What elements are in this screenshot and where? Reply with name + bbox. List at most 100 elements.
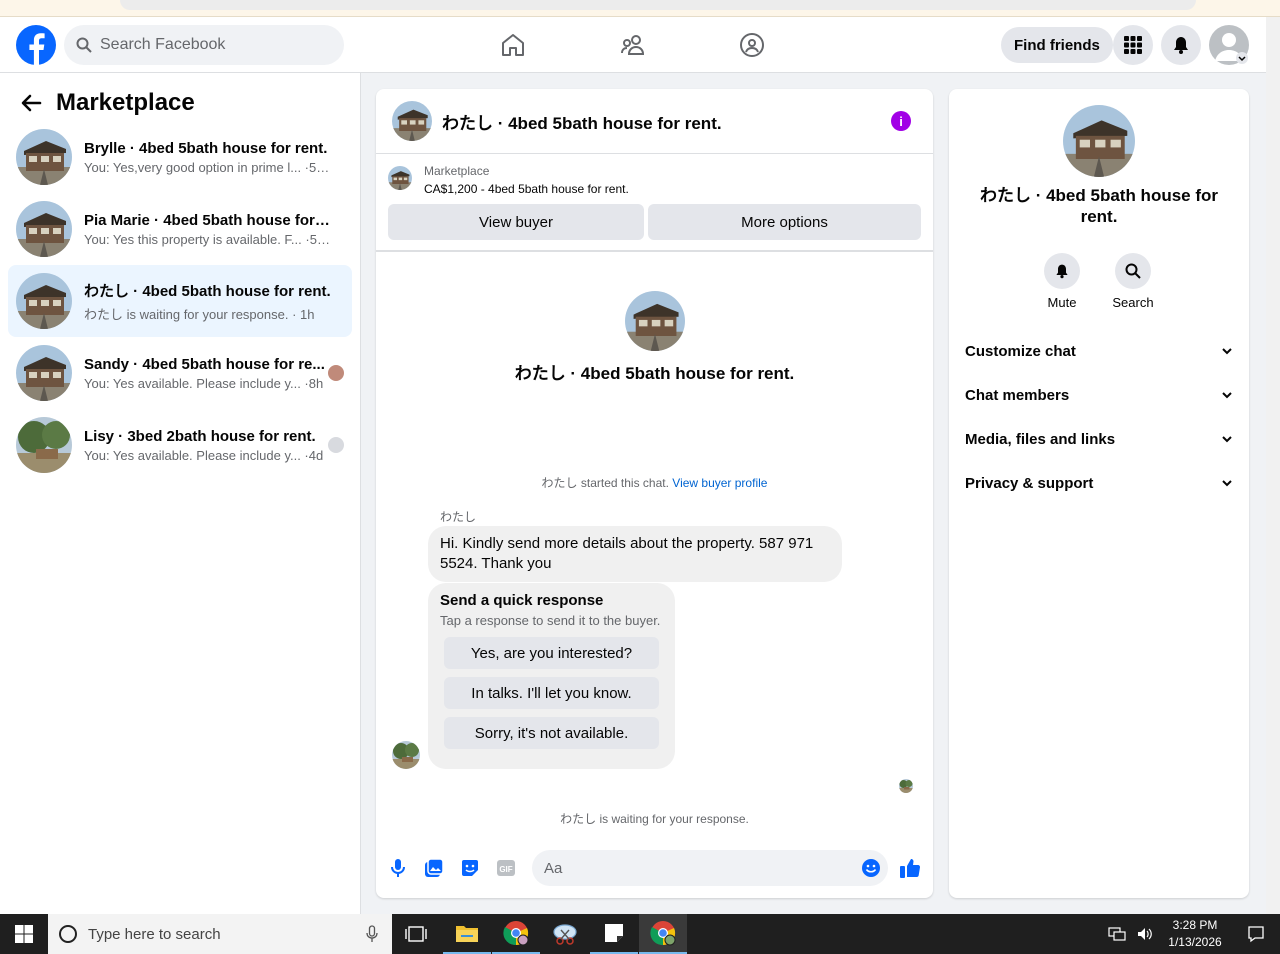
conversation-intro-title: わたし · 4bed 5bath house for rent. (514, 364, 795, 383)
clock-date: 1/13/2026 (1168, 935, 1222, 949)
waiting-status: わたし is waiting for your response. (560, 812, 749, 826)
file-explorer-icon[interactable] (443, 914, 491, 954)
search-input[interactable]: Search Facebook (64, 25, 344, 65)
sticky-notes-icon[interactable] (590, 914, 638, 954)
message-bubble: Hi. Kindly send more details about the p… (428, 526, 842, 582)
cortana-circle-icon (59, 925, 77, 943)
seen-indicator-avatar (899, 779, 913, 793)
chat-title[interactable]: わたし · 4bed 5bath house for rent. (442, 109, 722, 134)
top-navigation: Search Facebook Find friends (0, 17, 1266, 73)
quick-response-button[interactable]: In talks. I'll let you know. (444, 677, 659, 709)
view-buyer-button[interactable]: View buyer (388, 204, 644, 240)
mute-label: Mute (1047, 295, 1077, 310)
buyer-avatar[interactable] (392, 741, 420, 769)
listing-thumbnail (388, 166, 412, 190)
sticker-icon[interactable] (458, 856, 482, 880)
chrome-icon[interactable] (492, 914, 540, 954)
quick-response-button[interactable]: Sorry, it's not available. (444, 717, 659, 749)
find-friends-button[interactable]: Find friends (1001, 27, 1113, 63)
started-text: わたし started this chat. (541, 476, 669, 490)
info-icon[interactable]: i (891, 111, 911, 131)
media-files-links-section[interactable]: Media, files and links (965, 419, 1233, 459)
groups-icon[interactable] (736, 29, 768, 61)
search-in-chat-button[interactable]: Search (1103, 253, 1163, 310)
mute-button[interactable]: Mute (1032, 253, 1092, 310)
page-scrollbar[interactable] (1266, 17, 1280, 914)
search-icon (1125, 263, 1141, 279)
more-options-button[interactable]: More options (648, 204, 921, 240)
section-label: Chat members (965, 386, 1070, 404)
sidebar-header: Marketplace (20, 89, 195, 117)
privacy-support-section[interactable]: Privacy & support (965, 463, 1233, 503)
svg-text:GIF: GIF (499, 865, 512, 874)
windows-start-icon[interactable] (0, 914, 48, 954)
menu-grid-icon[interactable] (1113, 25, 1153, 65)
listing-thumbnail (16, 129, 72, 185)
system-clock[interactable]: 3:28 PM 1/13/2026 (1160, 917, 1230, 951)
sender-name: わたし (440, 510, 477, 524)
chrome-active-icon[interactable] (639, 914, 687, 954)
read-receipt-avatar (328, 437, 344, 453)
details-avatar (1063, 105, 1135, 177)
network-icon[interactable] (1104, 914, 1130, 954)
taskbar-search-box[interactable]: Type here to search (48, 914, 392, 954)
chevron-down-icon (1222, 436, 1232, 443)
conversation-item[interactable]: Sandy · 4bed 5bath house for re... You: Y… (8, 337, 352, 409)
gif-icon[interactable]: GIF (494, 856, 518, 880)
snipping-tool-icon[interactable] (541, 914, 589, 954)
emoji-icon[interactable] (859, 856, 883, 880)
photo-icon[interactable] (422, 856, 446, 880)
listing-thumbnail (16, 273, 72, 329)
conversation-title: わたし · 4bed 5bath house for rent. (84, 282, 331, 300)
like-thumb-icon[interactable] (898, 856, 922, 880)
conversation-item[interactable]: Lisy · 3bed 2bath house for rent. You: Ye… (8, 409, 352, 481)
chevron-down-icon (1222, 348, 1232, 355)
facebook-logo-icon[interactable] (16, 25, 56, 65)
message-composer: GIF Aa (376, 846, 933, 892)
browser-toolbar-strip (0, 0, 1280, 17)
search-placeholder: Search Facebook (100, 36, 226, 53)
windows-taskbar: Type here to search 3:28 PM 1/13/2026 (0, 914, 1280, 954)
quick-response-button[interactable]: Yes, are you interested? (444, 637, 659, 669)
chevron-down-icon (1222, 392, 1232, 399)
microphone-icon[interactable] (366, 925, 378, 943)
address-bar[interactable] (120, 0, 1196, 10)
listing-thumbnail (16, 417, 72, 473)
back-arrow-icon[interactable] (20, 92, 42, 114)
clock-time: 3:28 PM (1172, 918, 1218, 932)
conversation-item[interactable]: Pia Marie · 4bed 5bath house for r... You… (8, 193, 352, 265)
home-icon[interactable] (497, 29, 529, 61)
message-input[interactable]: Aa (532, 850, 888, 886)
conversation-title: Brylle · 4bed 5bath house for rent. (84, 139, 328, 157)
search-icon (76, 37, 92, 53)
conversation-preview: You: Yes available. Please include y... … (84, 375, 324, 391)
notifications-bell-icon[interactable] (1161, 25, 1201, 65)
listing-thumbnail (16, 201, 72, 257)
listing-banner: Marketplace CA$1,200 - 4bed 5bath house … (376, 154, 933, 252)
section-label: Customize chat (965, 342, 1076, 360)
conversation-item-active[interactable]: わたし · 4bed 5bath house for rent. わたし is w… (8, 265, 352, 337)
read-receipt-avatar (328, 365, 344, 381)
conversation-preview: You: Yes available. Please include y... … (84, 447, 324, 463)
friends-icon[interactable] (617, 29, 649, 61)
quick-response-title: Send a quick response (440, 592, 604, 609)
bell-icon (1056, 264, 1068, 279)
chat-avatar[interactable] (392, 101, 432, 141)
chat-header: わたし · 4bed 5bath house for rent. i (376, 89, 933, 154)
listing-price-title[interactable]: CA$1,200 - 4bed 5bath house for rent. (424, 182, 629, 196)
view-buyer-profile-link[interactable]: View buyer profile (672, 476, 767, 490)
quick-response-card: Send a quick response Tap a response to … (428, 583, 675, 769)
volume-icon[interactable] (1132, 914, 1158, 954)
conversation-title: Sandy · 4bed 5bath house for re... (84, 355, 325, 373)
conversation-preview: You: Yes this property is available. F..… (84, 231, 334, 247)
chevron-down-icon (1222, 480, 1232, 487)
section-label: Media, files and links (965, 430, 1116, 448)
chat-members-section[interactable]: Chat members (965, 375, 1233, 415)
task-view-icon[interactable] (392, 914, 440, 954)
conversation-item[interactable]: Brylle · 4bed 5bath house for rent. You: … (8, 121, 352, 193)
profile-avatar[interactable] (1209, 25, 1249, 65)
action-center-icon[interactable] (1232, 914, 1280, 954)
microphone-icon[interactable] (386, 856, 410, 880)
customize-chat-section[interactable]: Customize chat (965, 331, 1233, 371)
conversation-avatar (625, 291, 685, 351)
